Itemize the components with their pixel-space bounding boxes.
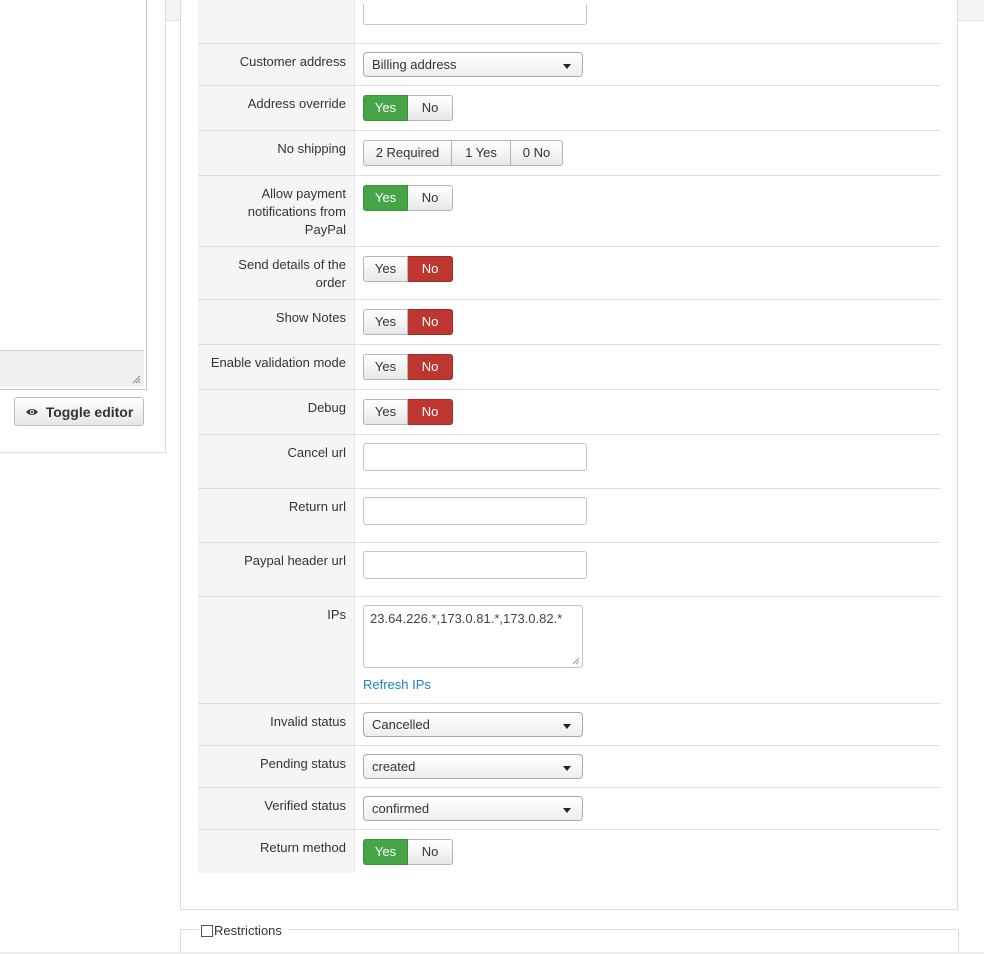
invalid-status-select[interactable]: Cancelled (363, 712, 583, 737)
ips-textarea[interactable]: 23.64.226.*,173.0.81.*,173.0.82.* (363, 605, 583, 668)
no-shipping-required-button[interactable]: 2 Required (363, 140, 452, 166)
row-divider (198, 829, 940, 830)
editor-area[interactable] (0, 0, 147, 390)
chevron-down-icon (563, 808, 571, 813)
pending-status-value: created (372, 759, 416, 774)
restrictions-fieldset (180, 929, 959, 953)
label-line: PayPal (304, 222, 346, 237)
show-notes-yes-button[interactable]: Yes (363, 309, 408, 335)
return-method-no-button[interactable]: No (408, 839, 453, 865)
toggle-editor-label: Toggle editor (45, 403, 134, 420)
restrictions-legend: Restrictions (201, 923, 282, 938)
row-divider (198, 703, 940, 704)
eye-icon (25, 408, 38, 415)
no-shipping-toggle: 2 Required 1 Yes 0 No (363, 140, 563, 166)
return-method-yes-button[interactable]: Yes (363, 839, 408, 865)
allow-notifications-no-button[interactable]: No (408, 185, 453, 211)
debug-yes-button[interactable]: Yes (363, 399, 408, 425)
row-divider (198, 542, 940, 543)
ips-label: IPs (327, 607, 346, 622)
resize-grip-icon[interactable] (132, 375, 141, 384)
address-override-yes-button[interactable]: Yes (363, 95, 408, 121)
validation-mode-toggle: Yes No (363, 354, 453, 380)
restrictions-checkbox[interactable] (201, 924, 213, 937)
allow-notifications-label: Allow payment notifications from PayPal (196, 185, 346, 239)
chevron-down-icon (563, 64, 571, 69)
row-divider (198, 130, 940, 131)
chevron-down-icon (563, 766, 571, 771)
no-shipping-label: No shipping (277, 141, 346, 156)
label-line: notifications from (247, 204, 346, 219)
editor-statusbar (0, 350, 144, 387)
send-details-yes-button[interactable]: Yes (363, 256, 408, 282)
row-divider (198, 596, 940, 597)
verified-status-select[interactable]: confirmed (363, 796, 583, 821)
no-shipping-yes-button[interactable]: 1 Yes (452, 140, 511, 166)
row-divider (198, 85, 940, 86)
label-line: Allow payment (261, 186, 346, 201)
row-divider (198, 299, 940, 300)
fieldset-border (180, 929, 199, 930)
chevron-down-icon (563, 724, 571, 729)
return-method-toggle: Yes No (363, 839, 453, 865)
verified-status-value: confirmed (372, 801, 430, 816)
top-text-input[interactable] (363, 4, 587, 25)
cancel-url-input[interactable] (363, 443, 587, 471)
address-override-label: Address override (247, 96, 346, 111)
send-details-toggle: Yes No (363, 256, 453, 282)
fieldset-border (288, 929, 957, 930)
row-divider (198, 43, 940, 44)
pending-status-label: Pending status (259, 756, 346, 771)
resize-grip-icon[interactable] (572, 657, 580, 665)
row-divider (198, 745, 940, 746)
show-notes-no-button[interactable]: No (408, 309, 453, 335)
refresh-ips-link[interactable]: Refresh IPs (363, 677, 431, 692)
customer-address-label: Customer address (239, 54, 346, 69)
ips-value: 23.64.226.*,173.0.81.*,173.0.82.* (370, 611, 563, 626)
customer-address-value: Billing address (372, 57, 457, 72)
show-notes-label: Show Notes (275, 310, 346, 325)
row-divider (198, 344, 940, 345)
row-divider (198, 389, 940, 390)
allow-notifications-toggle: Yes No (363, 185, 453, 211)
verified-status-label: Verified status (264, 798, 346, 813)
return-url-label: Return url (288, 499, 346, 514)
label-line: order (315, 275, 346, 290)
invalid-status-label: Invalid status (270, 714, 346, 729)
row-divider (198, 488, 940, 489)
return-url-input[interactable] (363, 497, 587, 525)
pending-status-select[interactable]: created (363, 754, 583, 779)
debug-no-button[interactable]: No (408, 399, 453, 425)
return-method-label: Return method (260, 840, 346, 855)
send-details-label: Send details of the order (196, 256, 346, 292)
header-url-label: Paypal header url (244, 553, 346, 568)
row-divider (198, 434, 940, 435)
cancel-url-label: Cancel url (287, 445, 346, 460)
debug-label: Debug (307, 400, 346, 415)
validation-mode-yes-button[interactable]: Yes (363, 354, 408, 380)
validation-mode-no-button[interactable]: No (408, 354, 453, 380)
address-override-no-button[interactable]: No (408, 95, 453, 121)
address-override-toggle: Yes No (363, 95, 453, 121)
show-notes-toggle: Yes No (363, 309, 453, 335)
toggle-editor-button[interactable]: Toggle editor (14, 397, 144, 426)
validation-mode-label: Enable validation mode (210, 355, 346, 370)
label-line: Send details of the (238, 257, 346, 272)
row-divider (198, 787, 940, 788)
invalid-status-value: Cancelled (372, 717, 430, 732)
debug-toggle: Yes No (363, 399, 453, 425)
allow-notifications-yes-button[interactable]: Yes (363, 185, 408, 211)
restrictions-label[interactable]: Restrictions (214, 923, 282, 938)
customer-address-select[interactable]: Billing address (363, 52, 583, 77)
row-divider (198, 175, 940, 176)
send-details-no-button[interactable]: No (408, 256, 453, 282)
row-divider (198, 246, 940, 247)
no-shipping-no-button[interactable]: 0 No (511, 140, 563, 166)
header-url-input[interactable] (363, 551, 587, 579)
